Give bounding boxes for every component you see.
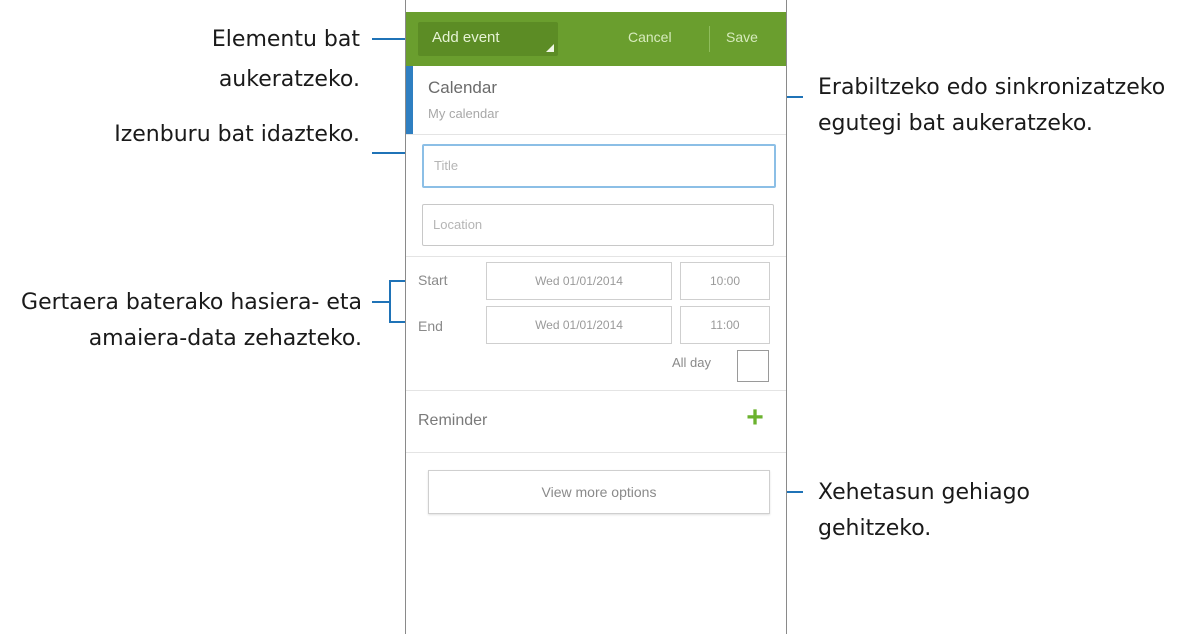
cancel-button[interactable]: Cancel <box>628 29 672 45</box>
divider-reminder <box>406 452 786 453</box>
callout-set-dates: Gertaera baterako hasiera- eta amaiera-d… <box>0 285 362 357</box>
callout-select-item: Elementu bat aukeratzeko. <box>140 22 360 98</box>
start-date-button[interactable]: Wed 01/01/2014 <box>486 262 672 300</box>
view-more-options-button[interactable]: View more options <box>428 470 770 514</box>
end-time-button[interactable]: 11:00 <box>680 306 770 344</box>
reminder-label: Reminder <box>418 412 488 429</box>
title-input[interactable]: Title <box>422 144 776 188</box>
event-type-label: Add event <box>432 29 500 46</box>
callout-select-item-line2: aukeratzeko. <box>218 67 360 92</box>
start-time-button[interactable]: 10:00 <box>680 262 770 300</box>
start-label: Start <box>418 272 448 288</box>
dropdown-corner-icon <box>546 44 554 52</box>
calendar-subtitle: My calendar <box>428 106 499 121</box>
callout-enter-title: Izenburu bat idazteko. <box>114 122 360 147</box>
end-label: End <box>418 318 443 334</box>
callout-select-calendar: Erabiltzeko edo sinkronizatzeko egutegi … <box>818 70 1165 142</box>
callout-add-details: Xehetasun gehiago gehitzeko. <box>818 475 1030 547</box>
divider-fields <box>406 256 786 257</box>
title-placeholder: Title <box>434 158 459 173</box>
callout-add-details-line1: Xehetasun gehiago <box>818 480 1031 505</box>
callout-set-dates-stub <box>372 301 390 303</box>
callout-select-calendar-line1: Erabiltzeko edo sinkronizatzeko <box>818 75 1166 100</box>
event-type-dropdown[interactable]: Add event <box>418 22 558 56</box>
phone-screen: Add event Cancel Save Calendar My calend… <box>405 0 787 634</box>
action-bar-divider <box>709 26 710 52</box>
calendar-selector[interactable]: Calendar My calendar <box>406 66 786 135</box>
callout-add-details-line2: gehitzeko. <box>818 516 932 541</box>
calendar-title: Calendar <box>428 78 497 97</box>
plus-icon[interactable]: + <box>742 403 768 433</box>
all-day-checkbox[interactable] <box>737 350 769 382</box>
callout-set-dates-bracket <box>389 280 391 323</box>
save-button[interactable]: Save <box>726 29 758 45</box>
location-input[interactable]: Location <box>422 204 774 246</box>
callout-select-item-line1: Elementu bat <box>211 27 360 52</box>
divider-dates <box>406 390 786 391</box>
callout-select-calendar-line2: egutegi bat aukeratzeko. <box>818 111 1093 136</box>
all-day-label: All day <box>672 355 712 370</box>
end-date-button[interactable]: Wed 01/01/2014 <box>486 306 672 344</box>
callout-set-dates-line2: amaiera-data zehazteko. <box>88 326 362 351</box>
action-bar: Add event Cancel Save <box>406 12 786 66</box>
callout-set-dates-line1: Gertaera baterako hasiera- eta <box>21 290 362 315</box>
calendar-color-bar <box>406 66 413 134</box>
location-placeholder: Location <box>433 217 483 232</box>
